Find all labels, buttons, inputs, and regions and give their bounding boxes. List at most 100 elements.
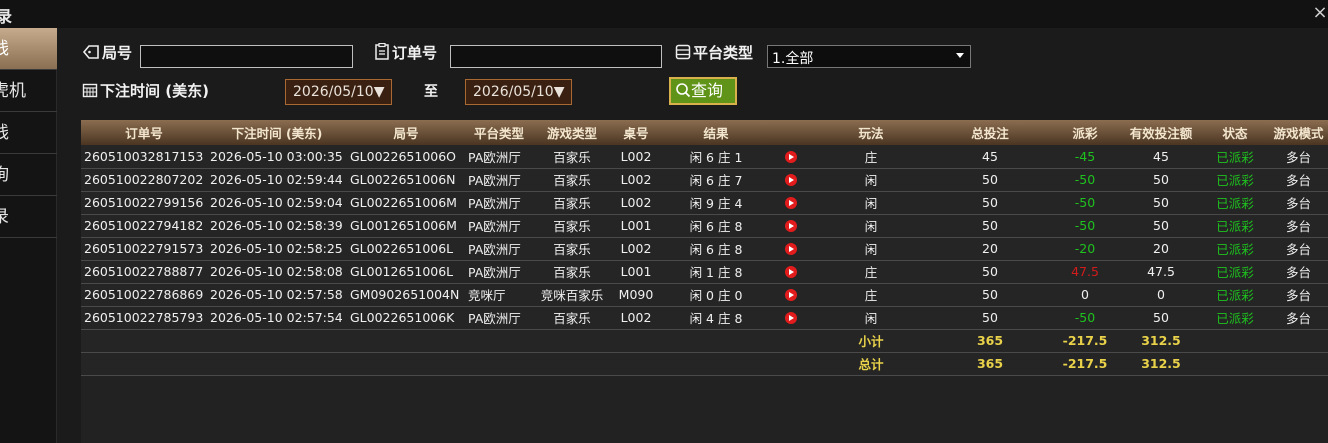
date-to-picker[interactable]: 2026/05/10▼ xyxy=(465,79,572,105)
cell-game-mode: 多台 xyxy=(1285,219,1311,234)
table-row: 260510022807202 2026-05-10 02:59:44 GL00… xyxy=(81,168,1328,191)
header-round-no: 局号 xyxy=(393,126,419,141)
cell-bet-time: 2026-05-10 02:57:58 xyxy=(210,287,343,302)
cell-result: 闲 6 庄 8 xyxy=(689,242,743,257)
cell-table-no: L001 xyxy=(620,218,652,233)
cell-order-no: 260510032817153 xyxy=(84,148,204,164)
cell-round-no: GM0902651004N xyxy=(350,287,460,302)
cell-bet-time: 2026-05-10 02:59:44 xyxy=(210,172,343,187)
date-from-picker[interactable]: 2026/05/10▼ xyxy=(285,79,392,105)
sidebar-item-label: 钱 xyxy=(0,123,9,143)
cell-bet-time: 2026-05-10 02:58:08 xyxy=(210,264,343,279)
cell-platform: PA欧洲厅 xyxy=(468,219,521,234)
cell-total-bet: 50 xyxy=(982,310,998,325)
cell-bet-time: 2026-05-10 02:58:39 xyxy=(210,218,343,233)
play-icon[interactable] xyxy=(785,150,797,163)
header-total-bet: 总投注 xyxy=(971,126,1009,141)
cell-valid-bet: 20 xyxy=(1153,241,1169,256)
time-filter-label: 下注时间 (美东) xyxy=(82,80,209,101)
total-valid-bet: 312.5 xyxy=(1141,356,1181,371)
cell-total-bet: 50 xyxy=(982,287,998,302)
cell-bet-type: 庄 xyxy=(864,288,878,303)
cell-valid-bet: 50 xyxy=(1153,310,1169,325)
play-icon[interactable] xyxy=(785,197,797,209)
cell-bet-type: 闲 xyxy=(864,242,878,257)
cell-platform: PA欧洲厅 xyxy=(468,265,521,280)
cell-payout: -20 xyxy=(1074,241,1096,256)
platform-select[interactable]: 1.全部 xyxy=(767,45,971,68)
order-input[interactable] xyxy=(450,45,662,68)
play-icon[interactable] xyxy=(785,289,797,301)
close-icon[interactable]: × xyxy=(1312,2,1328,24)
sidebar-item-5[interactable]: 录 xyxy=(0,196,57,238)
total-label: 总计 xyxy=(858,357,884,372)
cell-game-type: 百家乐 xyxy=(553,265,591,280)
query-button[interactable]: 查询 xyxy=(669,77,737,105)
chevron-down-icon xyxy=(956,53,964,58)
subtotal-row: 小计 365 -217.5 312.5 xyxy=(81,329,1328,352)
cell-bet-type: 闲 xyxy=(864,196,878,211)
play-icon[interactable] xyxy=(785,312,797,324)
header-game-type: 游戏类型 xyxy=(546,126,597,141)
cell-game-type: 百家乐 xyxy=(553,219,591,234)
cell-status: 已派彩 xyxy=(1216,173,1254,188)
sidebar-item-3[interactable]: 钱 xyxy=(0,112,57,154)
cell-status: 已派彩 xyxy=(1216,288,1254,303)
subtotal-label: 小计 xyxy=(858,334,884,349)
cell-result: 闲 1 庄 8 xyxy=(689,265,743,280)
cell-payout: -50 xyxy=(1074,218,1096,233)
bet-record-window: 录 × 钱 虎机 钱 询 录 局号 订单号 平台类型 1.全部 下注时间 (美东… xyxy=(0,0,1328,443)
cell-platform: PA欧洲厅 xyxy=(468,311,521,326)
cell-payout: -50 xyxy=(1074,195,1096,210)
cell-valid-bet: 50 xyxy=(1153,218,1169,233)
tag-icon xyxy=(82,45,99,59)
cell-game-mode: 多台 xyxy=(1285,288,1311,303)
window-title: 录 xyxy=(0,7,13,26)
sidebar-item-label: 录 xyxy=(0,207,9,227)
cell-payout: -45 xyxy=(1074,148,1096,164)
cell-result: 闲 6 庄 1 xyxy=(689,149,743,165)
cell-platform: PA欧洲厅 xyxy=(468,242,521,257)
total-total-bet: 365 xyxy=(976,356,1004,371)
cell-round-no: GL0012651006M xyxy=(350,218,457,233)
platform-selected-value: 1.全部 xyxy=(772,51,814,67)
cell-status: 已派彩 xyxy=(1216,149,1254,165)
cell-game-mode: 多台 xyxy=(1285,265,1311,280)
cell-replay xyxy=(771,306,811,329)
cell-game-mode: 多台 xyxy=(1285,311,1311,326)
sidebar-item-1[interactable]: 钱 xyxy=(0,28,57,70)
cell-bet-time: 2026-05-10 02:57:54 xyxy=(210,310,343,325)
cell-platform: PA欧洲厅 xyxy=(468,196,521,211)
sidebar-item-label: 钱 xyxy=(0,39,9,59)
cell-bet-time: 2026-05-10 02:59:04 xyxy=(210,195,343,210)
play-icon[interactable] xyxy=(785,220,797,232)
table-row: 260510022791573 2026-05-10 02:58:25 GL00… xyxy=(81,237,1328,260)
play-icon[interactable] xyxy=(785,266,797,278)
cell-payout: 47.5 xyxy=(1071,264,1099,279)
cell-bet-type: 闲 xyxy=(864,219,878,234)
cell-order-no: 260510022788877 xyxy=(84,264,204,279)
cell-order-no: 260510022786869 xyxy=(84,287,204,302)
round-filter-label: 局号 xyxy=(82,42,132,63)
cell-status: 已派彩 xyxy=(1216,219,1254,234)
cell-game-type: 百家乐 xyxy=(553,173,591,188)
play-icon[interactable] xyxy=(785,174,797,186)
cell-total-bet: 50 xyxy=(982,172,998,187)
sidebar-item-4[interactable]: 询 xyxy=(0,154,57,196)
header-replay xyxy=(771,120,811,145)
cell-valid-bet: 45 xyxy=(1153,148,1169,164)
cell-replay xyxy=(771,145,811,168)
play-icon[interactable] xyxy=(785,243,797,255)
cell-table-no: L002 xyxy=(620,172,652,187)
cell-valid-bet: 47.5 xyxy=(1147,264,1175,279)
header-platform: 平台类型 xyxy=(473,126,524,141)
cell-total-bet: 20 xyxy=(982,241,998,256)
cell-status: 已派彩 xyxy=(1216,265,1254,280)
table-row: 260510022799156 2026-05-10 02:59:04 GL00… xyxy=(81,191,1328,214)
sidebar-item-2[interactable]: 虎机 xyxy=(0,70,57,112)
cell-replay xyxy=(771,168,811,191)
platform-filter-label: 平台类型 xyxy=(675,42,753,63)
round-input[interactable] xyxy=(140,45,353,68)
sidebar: 钱 虎机 钱 询 录 xyxy=(0,28,57,443)
cell-game-mode: 多台 xyxy=(1285,173,1311,188)
